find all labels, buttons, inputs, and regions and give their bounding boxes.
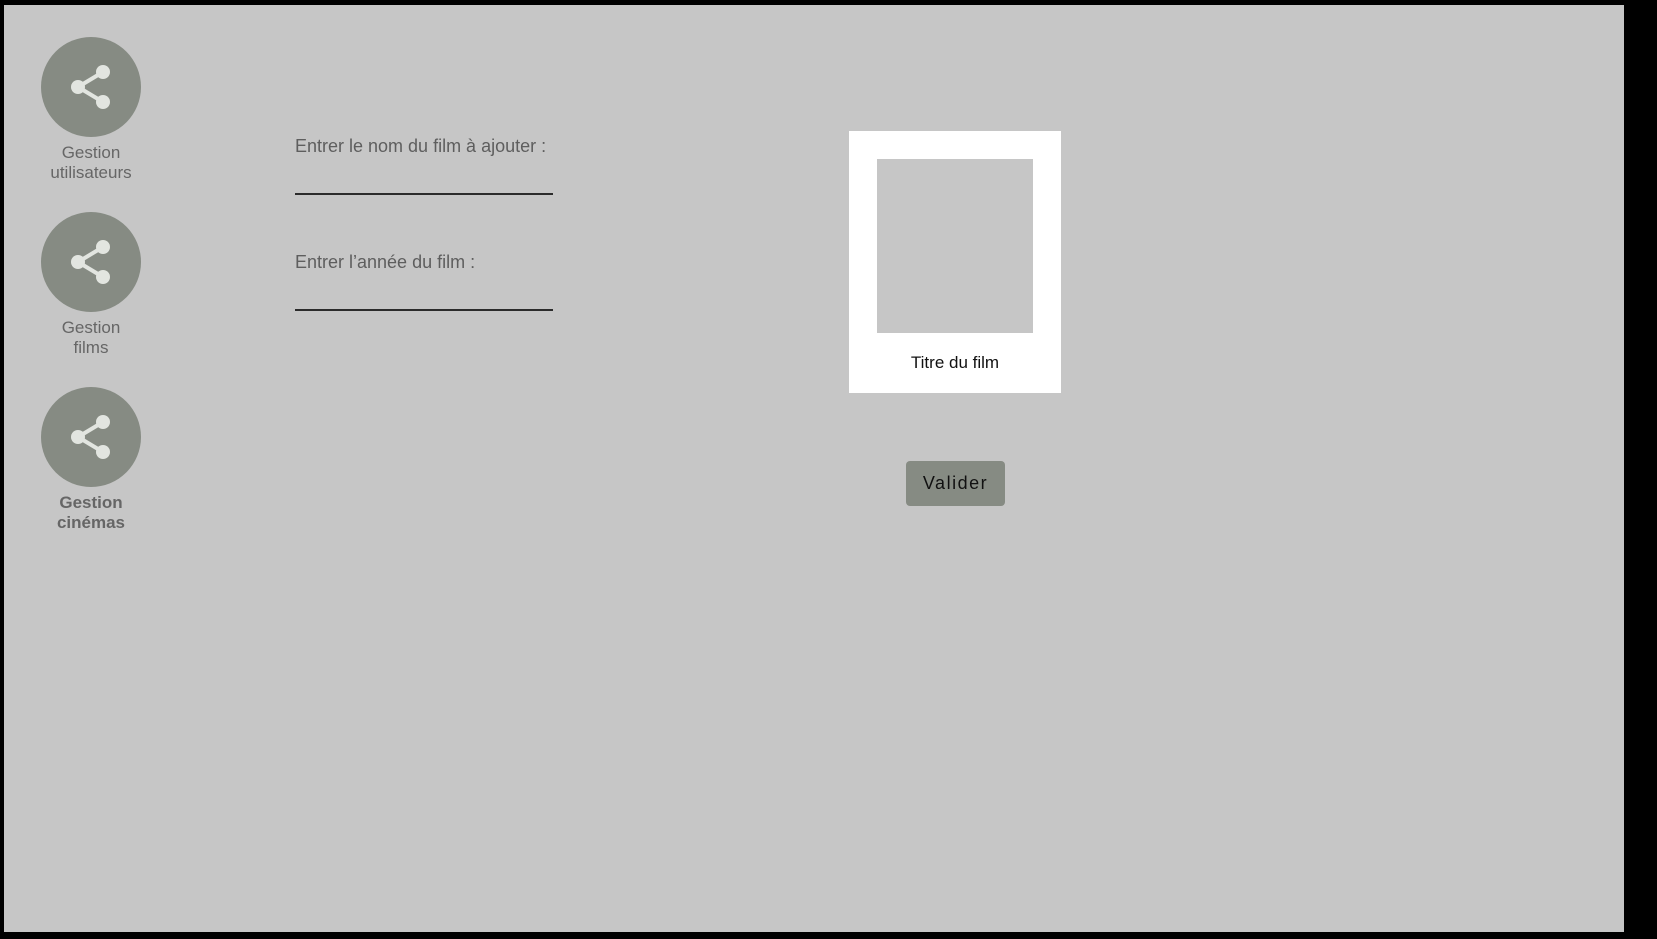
nav-circle xyxy=(41,212,141,312)
nav-item-gestion-films[interactable]: Gestion films xyxy=(41,212,141,358)
share-icon xyxy=(71,240,110,284)
nav-item-label: Gestion utilisateurs xyxy=(50,143,132,182)
film-name-field: Entrer le nom du film à ajouter : xyxy=(295,135,553,195)
nav-item-label: Gestion cinémas xyxy=(56,493,126,532)
app-window: Gestion utilisateurs Gestion films Gesti xyxy=(4,5,1624,932)
nav-circle xyxy=(41,387,141,487)
validate-button[interactable]: Valider xyxy=(906,461,1005,506)
film-poster-card: Titre du film xyxy=(849,131,1061,393)
film-name-label: Entrer le nom du film à ajouter : xyxy=(295,136,547,156)
nav-item-gestion-cinemas[interactable]: Gestion cinémas xyxy=(41,387,141,533)
film-year-input[interactable] xyxy=(295,281,553,311)
nav-circle xyxy=(41,37,141,137)
nav-item-label: Gestion films xyxy=(61,318,121,357)
poster-title: Titre du film xyxy=(910,353,1000,372)
poster-image-placeholder xyxy=(877,159,1033,333)
film-year-field: Entrer l’année du film : xyxy=(295,251,553,311)
share-icon xyxy=(71,65,110,109)
film-name-input[interactable] xyxy=(295,165,553,195)
share-icon xyxy=(71,415,110,459)
film-year-label: Entrer l’année du film : xyxy=(295,252,476,272)
nav-item-gestion-utilisateurs[interactable]: Gestion utilisateurs xyxy=(41,37,141,183)
